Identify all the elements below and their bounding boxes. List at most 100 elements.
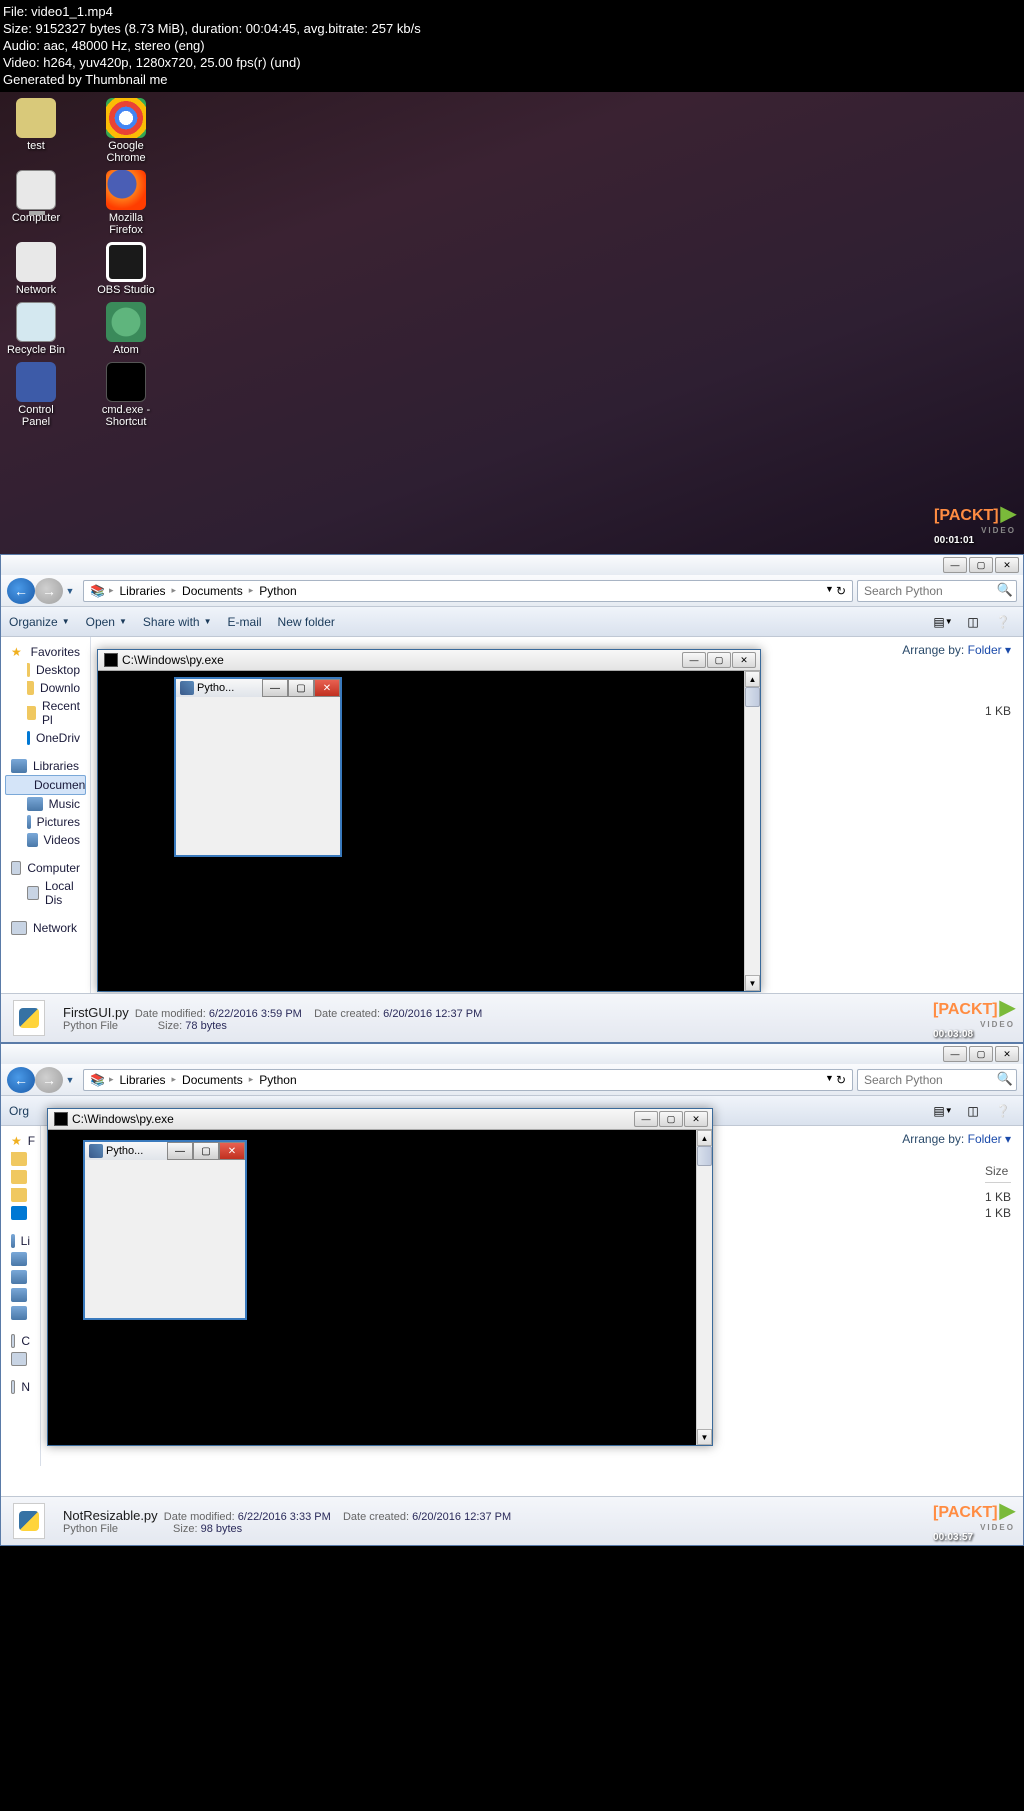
cmd-title-bar[interactable]: C:\Windows\py.exe — ▢ ✕: [48, 1109, 712, 1130]
sidebar-onedrive[interactable]: OneDriv: [5, 729, 86, 747]
email-button[interactable]: E-mail: [228, 615, 262, 629]
view-options-button[interactable]: ▤ ▼: [931, 1100, 955, 1122]
cmd-scrollbar[interactable]: ▲ ▼: [696, 1130, 712, 1445]
sidebar-favorites[interactable]: ★Favorites: [5, 643, 86, 661]
close-button[interactable]: ✕: [995, 557, 1019, 573]
minimize-button[interactable]: —: [943, 557, 967, 573]
sidebar-computer[interactable]: Computer: [5, 859, 86, 877]
sidebar-item[interactable]: [5, 1204, 36, 1222]
breadcrumb-python[interactable]: Python: [257, 1073, 298, 1087]
sidebar-item[interactable]: [5, 1186, 36, 1204]
sidebar-item[interactable]: [5, 1150, 36, 1168]
search-input[interactable]: [857, 1069, 1017, 1091]
sidebar-item[interactable]: [5, 1350, 36, 1368]
search-input[interactable]: [857, 580, 1017, 602]
view-options-button[interactable]: ▤ ▼: [931, 611, 955, 633]
desktop-icon-firefox[interactable]: Mozilla Firefox: [96, 170, 156, 236]
breadcrumb[interactable]: 📚 ▸ Libraries ▸ Documents ▸ Python ▼ ↻: [83, 580, 853, 602]
cmd-content[interactable]: ▲ ▼ Pytho... — ▢ ✕: [98, 671, 760, 991]
cmd-maximize-button[interactable]: ▢: [659, 1111, 683, 1127]
breadcrumb-documents[interactable]: Documents: [180, 584, 245, 598]
nav-back-button[interactable]: ←: [7, 578, 35, 604]
tk-close-button[interactable]: ✕: [219, 1142, 245, 1160]
desktop-icon-control-panel[interactable]: Control Panel: [6, 362, 66, 428]
desktop-icon-obs[interactable]: OBS Studio: [96, 242, 156, 296]
minimize-button[interactable]: —: [943, 1046, 967, 1062]
desktop-icon-test[interactable]: test: [6, 98, 66, 164]
sidebar-item[interactable]: [5, 1268, 36, 1286]
nav-history-dropdown[interactable]: ▼: [63, 578, 77, 604]
size-column-header[interactable]: Size: [985, 1164, 1011, 1183]
tk-minimize-button[interactable]: —: [167, 1142, 193, 1160]
sidebar-desktop[interactable]: Desktop: [5, 661, 86, 679]
file-list-area[interactable]: Arrange by: Folder ▾ 1 KB C:\Windows\py.…: [91, 637, 1023, 993]
desktop-icon-cmd-shortcut[interactable]: cmd.exe - Shortcut: [96, 362, 156, 428]
sidebar-favorites[interactable]: ★F: [5, 1132, 36, 1150]
refresh-button[interactable]: ↻: [836, 584, 846, 598]
cmd-close-button[interactable]: ✕: [684, 1111, 708, 1127]
arrange-by[interactable]: Arrange by: Folder ▾: [902, 1132, 1011, 1146]
preview-pane-button[interactable]: ◫: [961, 1100, 985, 1122]
sidebar-documents[interactable]: Documen: [5, 775, 86, 795]
breadcrumb-dropdown[interactable]: ▼: [825, 1073, 834, 1087]
help-button[interactable]: ❔: [991, 611, 1015, 633]
sidebar-recent[interactable]: Recent Pl: [5, 697, 86, 729]
share-button[interactable]: Share with ▼: [143, 615, 212, 629]
cmd-title-bar[interactable]: C:\Windows\py.exe — ▢ ✕: [98, 650, 760, 671]
cmd-maximize-button[interactable]: ▢: [707, 652, 731, 668]
sidebar-local-disk[interactable]: Local Dis: [5, 877, 86, 909]
sidebar-item[interactable]: [5, 1286, 36, 1304]
file-list-area[interactable]: Arrange by: Folder ▾ Size 1 KB 1 KB C:\W…: [41, 1126, 1023, 1466]
scroll-thumb[interactable]: [697, 1146, 712, 1166]
tk-minimize-button[interactable]: —: [262, 679, 288, 697]
sidebar-pictures[interactable]: Pictures: [5, 813, 86, 831]
tk-title-bar[interactable]: Pytho... — ▢ ✕: [85, 1142, 245, 1160]
arrange-by[interactable]: Arrange by: Folder ▾: [902, 643, 1011, 657]
desktop-icon-network[interactable]: Network: [6, 242, 66, 296]
tk-maximize-button[interactable]: ▢: [288, 679, 314, 697]
breadcrumb-python[interactable]: Python: [257, 584, 298, 598]
tk-title-bar[interactable]: Pytho... — ▢ ✕: [176, 679, 340, 697]
help-button[interactable]: ❔: [991, 1100, 1015, 1122]
tk-maximize-button[interactable]: ▢: [193, 1142, 219, 1160]
nav-back-button[interactable]: ←: [7, 1067, 35, 1093]
sidebar-network[interactable]: Network: [5, 919, 86, 937]
cmd-content[interactable]: ▲ ▼ Pytho... — ▢ ✕: [48, 1130, 712, 1445]
sidebar-network[interactable]: N: [5, 1378, 36, 1396]
nav-forward-button[interactable]: →: [35, 578, 63, 604]
sidebar-libraries[interactable]: Li: [5, 1232, 36, 1250]
sidebar-music[interactable]: Music: [5, 795, 86, 813]
sidebar-item[interactable]: [5, 1250, 36, 1268]
nav-forward-button[interactable]: →: [35, 1067, 63, 1093]
organize-button[interactable]: Organize ▼: [9, 615, 70, 629]
breadcrumb-libraries[interactable]: Libraries: [117, 1073, 167, 1087]
breadcrumb[interactable]: 📚 ▸ Libraries ▸ Documents ▸ Python ▼ ↻: [83, 1069, 853, 1091]
cmd-minimize-button[interactable]: —: [634, 1111, 658, 1127]
sidebar-downloads[interactable]: Downlo: [5, 679, 86, 697]
desktop-icon-chrome[interactable]: Google Chrome: [96, 98, 156, 164]
close-button[interactable]: ✕: [995, 1046, 1019, 1062]
sidebar-videos[interactable]: Videos: [5, 831, 86, 849]
sidebar-item[interactable]: [5, 1304, 36, 1322]
breadcrumb-dropdown[interactable]: ▼: [825, 584, 834, 598]
nav-history-dropdown[interactable]: ▼: [63, 1067, 77, 1093]
scroll-thumb[interactable]: [745, 687, 760, 707]
sidebar-item[interactable]: [5, 1168, 36, 1186]
cmd-minimize-button[interactable]: —: [682, 652, 706, 668]
open-button[interactable]: Open ▼: [86, 615, 127, 629]
scroll-up-button[interactable]: ▲: [745, 671, 760, 687]
new-folder-button[interactable]: New folder: [278, 615, 335, 629]
cmd-close-button[interactable]: ✕: [732, 652, 756, 668]
scroll-down-button[interactable]: ▼: [745, 975, 760, 991]
organize-button[interactable]: Org: [9, 1104, 29, 1118]
preview-pane-button[interactable]: ◫: [961, 611, 985, 633]
scroll-down-button[interactable]: ▼: [697, 1429, 712, 1445]
refresh-button[interactable]: ↻: [836, 1073, 846, 1087]
sidebar-libraries[interactable]: Libraries: [5, 757, 86, 775]
maximize-button[interactable]: ▢: [969, 1046, 993, 1062]
desktop-icon-recycle[interactable]: Recycle Bin: [6, 302, 66, 356]
sidebar-computer[interactable]: C: [5, 1332, 36, 1350]
tk-close-button[interactable]: ✕: [314, 679, 340, 697]
breadcrumb-libraries[interactable]: Libraries: [117, 584, 167, 598]
breadcrumb-documents[interactable]: Documents: [180, 1073, 245, 1087]
